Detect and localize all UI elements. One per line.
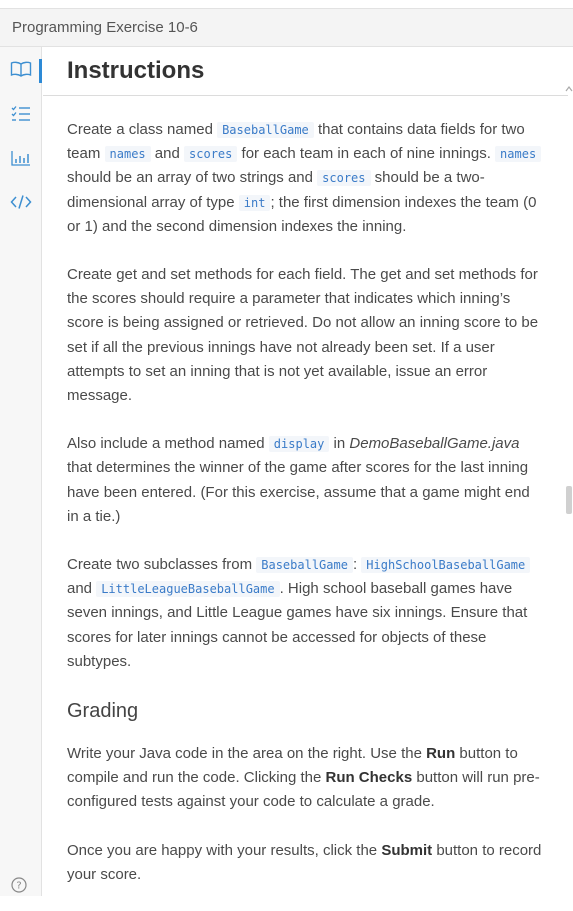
title-bar: Programming Exercise 10-6: [0, 8, 573, 47]
paragraph-grading-run: Write your Java code in the area on the …: [67, 742, 545, 815]
sidebar-item-checklist[interactable]: [0, 96, 41, 136]
text: that determines the winner of the game a…: [67, 459, 530, 525]
sidebar-item-instructions[interactable]: [0, 51, 42, 91]
code-highschoolbaseballgame: HighSchoolBaseballGame: [361, 557, 531, 574]
bar-chart-icon: [10, 150, 31, 171]
sidebar-item-code[interactable]: [0, 184, 41, 224]
instructions-header: Instructions: [43, 47, 568, 96]
svg-text:?: ?: [16, 881, 21, 892]
paragraph-submit: Once you are happy with your results, cl…: [67, 839, 545, 887]
paragraph-get-set: Create get and set methods for each fiel…: [67, 266, 539, 405]
paragraph-display-method: Also include a method named display in D…: [67, 432, 545, 529]
code-scores: scores: [184, 146, 238, 163]
text: and: [67, 580, 97, 598]
code-littleleaguebaseballgame: LittleLeagueBaseballGame: [96, 581, 280, 598]
text: for each team in each of nine innings.: [237, 145, 496, 163]
paragraph-subclasses: Create two subclasses from BaseballGame:…: [67, 553, 545, 674]
code-names: names: [104, 146, 151, 163]
code-icon: [9, 194, 32, 215]
code-baseballgame: BaseballGame: [217, 122, 314, 138]
code-scores: scores: [317, 170, 371, 187]
top-spacer: [0, 0, 573, 8]
text: in: [329, 435, 350, 453]
code-baseballgame: BaseballGame: [256, 557, 353, 574]
paragraph-class-description: Create a class named BaseballGame that c…: [67, 118, 545, 239]
text: Create two subclasses from: [67, 556, 257, 574]
text: Write your Java code in the area on the …: [67, 745, 427, 763]
text: should be an array of two strings and: [67, 169, 318, 187]
text: and: [150, 145, 185, 163]
code-int: int: [238, 194, 271, 211]
sidebar-item-results[interactable]: [0, 140, 41, 180]
page-title: Instructions: [67, 57, 205, 84]
sidebar: ?: [0, 47, 42, 896]
scroll-up-arrow-icon[interactable]: [565, 80, 573, 92]
text: Once you are happy with your results, cl…: [67, 841, 382, 859]
instructions-content: Create a class named BaseballGame that c…: [67, 118, 545, 911]
submit-label: Submit: [381, 841, 433, 859]
run-label: Run: [426, 745, 456, 763]
run-checks-label: Run Checks: [325, 769, 413, 787]
window-title: Programming Exercise 10-6: [12, 19, 198, 36]
question-circle-icon[interactable]: ?: [11, 877, 27, 893]
filename-demobaseballgame: DemoBaseballGame.java: [349, 435, 520, 453]
checklist-icon: [11, 105, 31, 128]
code-names: names: [495, 146, 542, 163]
book-icon: [10, 61, 32, 82]
text: Create a class named: [67, 121, 218, 138]
scrollbar-thumb[interactable]: [566, 486, 572, 514]
grading-heading: Grading: [67, 700, 139, 723]
code-display: display: [268, 436, 330, 453]
text: Also include a method named: [67, 435, 269, 453]
